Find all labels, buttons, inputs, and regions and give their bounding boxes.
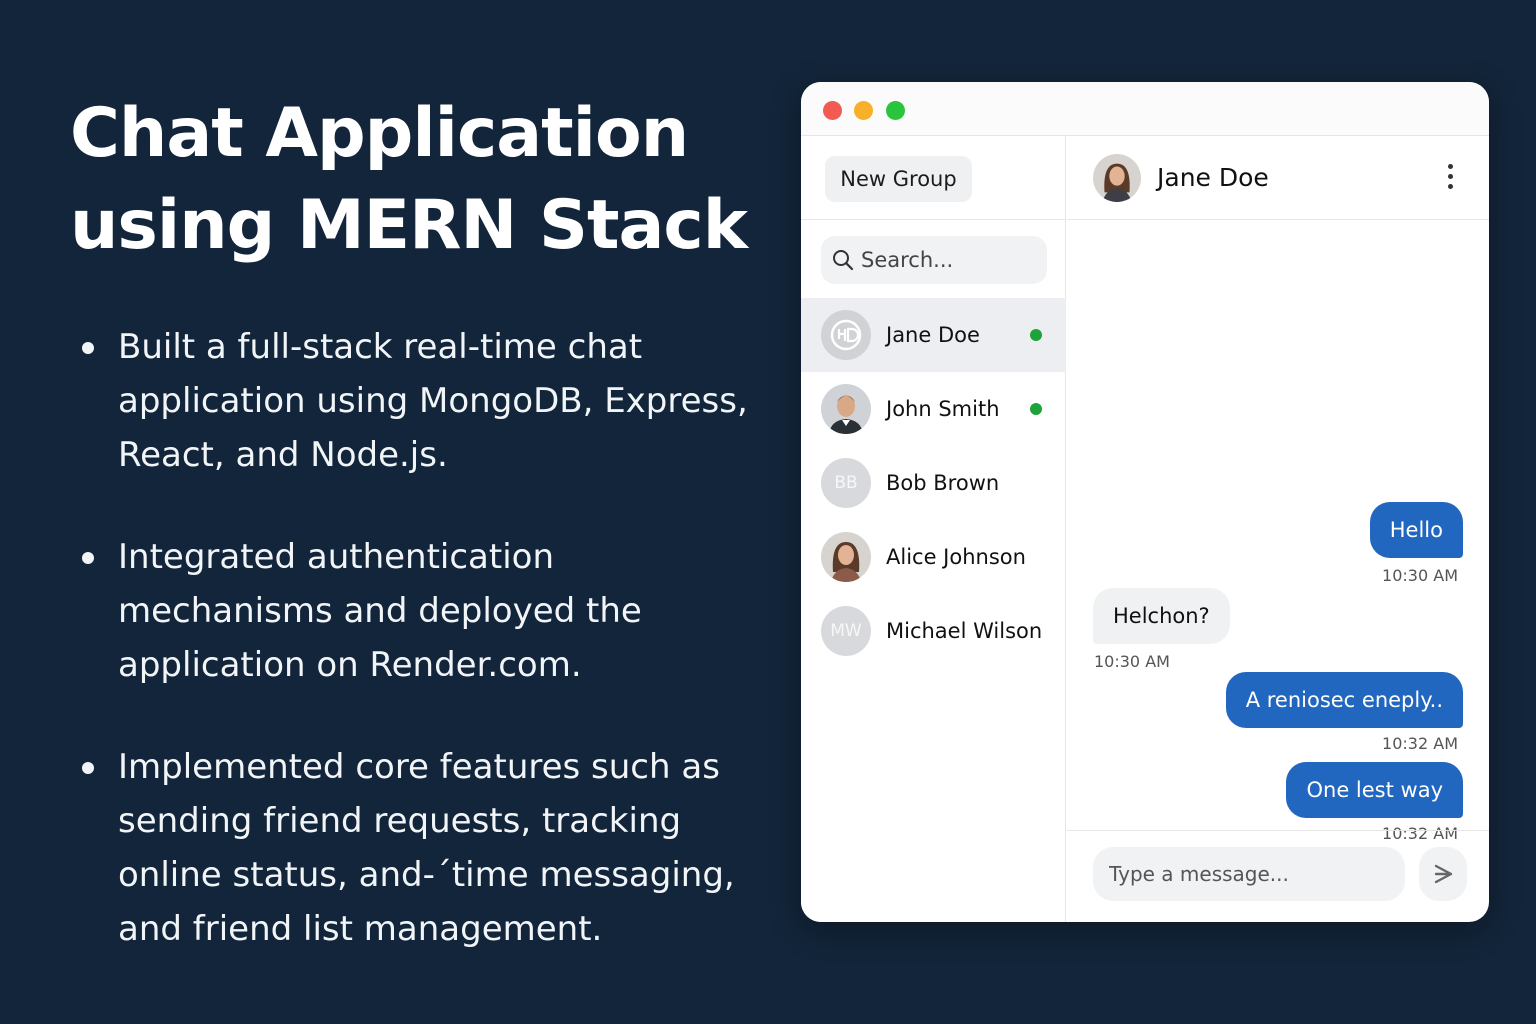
message-timestamp: 10:30 AM (1382, 566, 1458, 585)
more-options-icon[interactable] (1445, 164, 1455, 194)
close-window-button[interactable] (823, 101, 842, 120)
contact-item-alice-johnson[interactable]: Alice Johnson (801, 520, 1066, 594)
person-photo-icon (821, 384, 871, 434)
message-bubble-outgoing: One lest way (1286, 762, 1463, 818)
new-group-button[interactable]: New Group (825, 156, 972, 202)
search-icon (833, 250, 854, 271)
send-arrow-icon (1434, 864, 1453, 884)
bullet-dot-icon (82, 342, 94, 354)
search-input[interactable] (861, 248, 1041, 272)
slide-text: Chat Application using MERN Stack Built … (70, 88, 770, 1004)
online-status-icon (1030, 329, 1042, 341)
avatar (1093, 153, 1141, 202)
avatar (821, 532, 871, 582)
send-button[interactable] (1419, 847, 1467, 901)
contact-name: Jane Doe (886, 323, 980, 347)
contact-name: Michael Wilson (886, 619, 1043, 643)
bullet-dot-icon (82, 762, 94, 774)
bullet-list: Built a full-stack real-time chat applic… (70, 320, 770, 956)
person-photo-icon (1093, 153, 1141, 202)
bullet-item: Integrated authentication mechanisms and… (70, 530, 770, 692)
contact-item-michael-wilson[interactable]: MW Michael Wilson (801, 594, 1066, 668)
message-timestamp: 10:30 AM (1094, 652, 1170, 671)
maximize-window-button[interactable] (886, 101, 905, 120)
contact-item-bob-brown[interactable]: BB Bob Brown (801, 446, 1066, 520)
conversation-header: Jane Doe (1067, 136, 1489, 220)
person-photo-icon (821, 532, 871, 582)
contact-name: John Smith (886, 397, 1000, 421)
message-timestamp: 10:32 AM (1382, 734, 1458, 753)
message-bubble-outgoing: Hello (1369, 502, 1463, 558)
bullet-text: Built a full-stack real-time chat applic… (118, 327, 748, 475)
bullet-text: Implemented core features such as sendin… (118, 747, 735, 949)
contact-name: Alice Johnson (886, 545, 1026, 569)
title-line-2: using MERN Stack (70, 186, 748, 265)
message-bubble-outgoing: A reniosec eneply.. (1225, 672, 1463, 728)
sidebar-header: New Group (801, 136, 1065, 220)
avatar: MW (821, 606, 871, 656)
avatar (821, 310, 871, 360)
message-composer (1067, 830, 1489, 922)
bullet-item: Implemented core features such as sendin… (70, 740, 770, 956)
minimize-window-button[interactable] (854, 101, 873, 120)
search-box[interactable] (821, 236, 1047, 284)
slide-title: Chat Application using MERN Stack (70, 88, 770, 272)
contacts-sidebar: New Group Jane Doe (801, 136, 1066, 922)
bullet-dot-icon (82, 552, 94, 564)
bullet-item: Built a full-stack real-time chat applic… (70, 320, 770, 482)
conversation-panel: Jane Doe Hello 10:30 AM Helchon? 10:30 A… (1067, 136, 1489, 922)
contact-list: Jane Doe John Smith BB Bob Brown Alice J… (801, 298, 1066, 668)
bullet-text: Integrated authentication mechanisms and… (118, 537, 642, 685)
logo-icon (830, 319, 862, 351)
chat-app-window: New Group Jane Doe (801, 82, 1489, 922)
contact-item-jane-doe[interactable]: Jane Doe (801, 298, 1066, 372)
avatar: BB (821, 458, 871, 508)
contact-name: Bob Brown (886, 471, 1000, 495)
window-titlebar (801, 82, 1489, 136)
message-bubble-incoming: Helchon? (1093, 588, 1230, 644)
conversation-title: Jane Doe (1157, 163, 1269, 192)
avatar (821, 384, 871, 434)
contact-item-john-smith[interactable]: John Smith (801, 372, 1066, 446)
message-input[interactable] (1093, 847, 1405, 901)
title-line-1: Chat Application (70, 94, 689, 173)
online-status-icon (1030, 403, 1042, 415)
